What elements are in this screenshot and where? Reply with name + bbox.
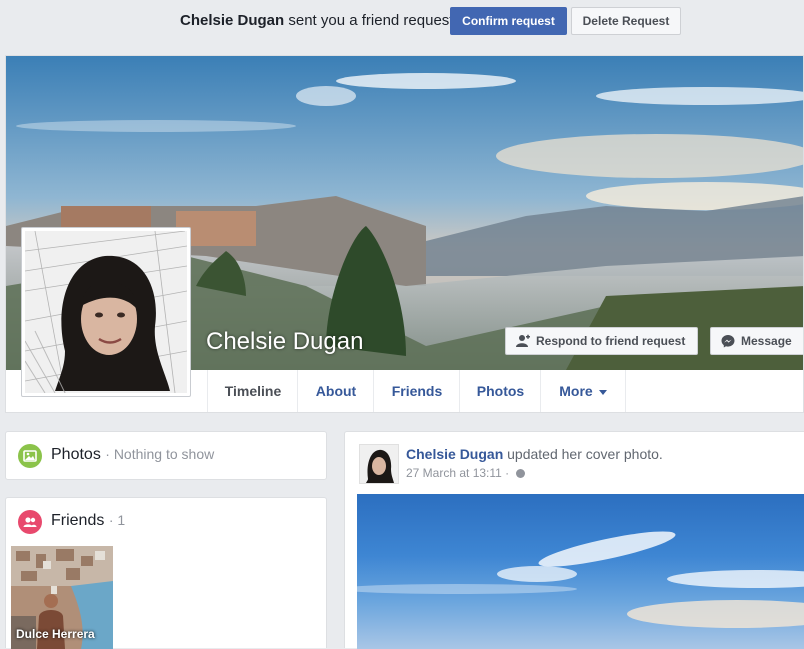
message-label: Message <box>741 334 792 348</box>
post-author-name[interactable]: Chelsie Dugan <box>406 446 503 462</box>
photos-icon <box>18 444 42 468</box>
timeline-post: Chelsie Dugan updated her cover photo. 2… <box>344 431 804 649</box>
tab-friends[interactable]: Friends <box>373 370 460 412</box>
post-header: Chelsie Dugan updated her cover photo. <box>406 446 663 462</box>
friends-icon <box>18 510 42 534</box>
post-sky-image <box>357 531 804 628</box>
tab-timeline[interactable]: Timeline <box>207 370 298 412</box>
delete-request-button[interactable]: Delete Request <box>571 7 681 35</box>
post-timestamp[interactable]: 27 March at 13:11 · <box>406 466 525 480</box>
friends-title[interactable]: Friends · 1 <box>51 512 125 530</box>
profile-picture-image <box>25 231 187 393</box>
photos-title[interactable]: Photos · Nothing to show <box>51 446 214 464</box>
friend-tile[interactable]: Dulce Herrera <box>11 546 113 649</box>
requester-name[interactable]: Chelsie Dugan <box>180 12 284 29</box>
tab-about[interactable]: About <box>297 370 374 412</box>
respond-label: Respond to friend request <box>536 334 686 348</box>
request-message: sent you a friend request <box>288 12 454 29</box>
post-timestamp-text: 27 March at 13:11 · <box>406 466 510 480</box>
confirm-request-button[interactable]: Confirm request <box>450 7 567 35</box>
profile-picture[interactable] <box>21 227 191 397</box>
friend-name[interactable]: Dulce Herrera <box>16 627 95 641</box>
tab-more-label: More <box>559 383 593 399</box>
friends-title-text: Friends <box>51 512 105 529</box>
photos-subtitle: · Nothing to show <box>105 446 215 462</box>
respond-friend-request-button[interactable]: Respond to friend request <box>505 327 698 355</box>
profile-name[interactable]: Chelsie Dugan <box>206 328 363 356</box>
globe-icon <box>515 469 525 478</box>
photos-section: Photos · Nothing to show <box>5 431 327 480</box>
tab-photos[interactable]: Photos <box>459 370 541 412</box>
friends-section: Friends · 1 Dulce Herrera <box>5 497 327 649</box>
caret-down-icon <box>598 389 607 395</box>
post-cover-image[interactable] <box>357 494 804 649</box>
post-author-avatar[interactable] <box>359 444 399 484</box>
friends-count: · 1 <box>108 512 126 528</box>
post-action: updated her cover photo. <box>507 446 663 462</box>
message-button[interactable]: Message <box>710 327 803 355</box>
photos-title-text: Photos <box>51 446 101 463</box>
profile-header: Chelsie Dugan Respond to friend request … <box>5 55 804 413</box>
friend-request-bar: Chelsie Dugan sent you a friend request … <box>0 0 804 44</box>
friend-request-text: Chelsie Dugan sent you a friend request <box>180 12 453 29</box>
tab-more[interactable]: More <box>540 370 626 412</box>
